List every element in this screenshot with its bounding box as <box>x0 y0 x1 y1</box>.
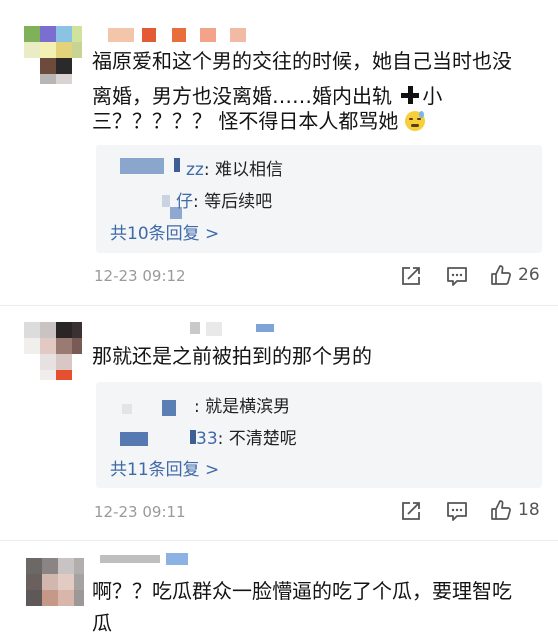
reply-item-2: 仔: 等后续吧 <box>176 187 272 212</box>
comment-text-line-1: 那就还是之前被拍到的那个男的 <box>92 344 372 368</box>
comment-text-segment: 三？？？？？ 怪不得日本人都骂她 <box>92 109 399 133</box>
reply-box: : 就是横滨男 33: 不清楚呢 共11条回复 > <box>96 382 542 488</box>
reply-item-2: 33: 不清楚呢 <box>196 424 297 449</box>
like-count: 18 <box>518 500 540 520</box>
reply-user-tail[interactable]: 33 <box>196 429 218 449</box>
comment-time: 12-23 09:12 <box>94 267 186 285</box>
comment-text-line-2: 瓜 <box>92 611 112 635</box>
avatar[interactable] <box>24 322 82 380</box>
username-censored[interactable] <box>190 322 280 336</box>
reply-username-censored[interactable] <box>132 195 182 219</box>
reply-text: 就是横滨男 <box>205 397 291 417</box>
share-square-icon[interactable] <box>400 265 422 287</box>
reply-colon: : <box>217 429 229 449</box>
cold-sweat-emoji-icon <box>404 111 425 131</box>
reply-username-censored[interactable] <box>120 158 182 174</box>
reply-item-1: : 就是横滨男 <box>194 392 290 417</box>
comment-icon[interactable] <box>446 265 468 287</box>
avatar[interactable] <box>24 26 82 84</box>
reply-user-tail[interactable]: zz <box>186 160 204 180</box>
reply-user-tail[interactable]: 仔 <box>176 192 193 212</box>
more-replies-link[interactable]: 共11条回复 > <box>110 455 219 480</box>
reply-text: 难以相信 <box>215 160 283 180</box>
share-square-icon[interactable] <box>400 500 422 522</box>
reply-colon: : <box>203 160 215 180</box>
reply-colon: : <box>193 192 205 212</box>
divider <box>0 305 558 306</box>
comment-text-segment: 小 <box>422 84 443 108</box>
reply-colon: : <box>194 397 206 417</box>
comment-text-line-3: 三？？？？？ 怪不得日本人都骂她 <box>92 104 425 139</box>
comment-icon[interactable] <box>446 500 468 522</box>
reply-username-censored[interactable] <box>120 430 196 446</box>
reply-item-1: zz: 难以相信 <box>186 155 283 180</box>
username-censored[interactable] <box>108 28 248 42</box>
more-replies-link[interactable]: 共10条回复 > <box>110 219 219 244</box>
reply-text: 不清楚呢 <box>228 429 297 449</box>
thumbs-up-icon[interactable] <box>490 499 512 521</box>
avatar[interactable] <box>26 558 84 616</box>
like-count: 26 <box>518 265 540 285</box>
reply-box: zz: 难以相信 仔: 等后续吧 共10条回复 > <box>96 145 542 253</box>
thumbs-up-icon[interactable] <box>490 264 512 286</box>
plus-icon <box>400 85 420 105</box>
divider <box>0 540 558 541</box>
comment-text-line-1: 啊？？吃瓜群众一脸懵逼的吃了个瓜，要理智吃 <box>92 579 512 603</box>
reply-text: 等后续吧 <box>204 192 273 212</box>
reply-username-censored[interactable] <box>122 400 176 416</box>
username-censored[interactable] <box>100 553 190 565</box>
comment-time: 12-23 09:11 <box>94 503 186 521</box>
comment-text-line-1: 福原爱和这个男的交往的时候，她自己当时也没 <box>92 49 512 73</box>
